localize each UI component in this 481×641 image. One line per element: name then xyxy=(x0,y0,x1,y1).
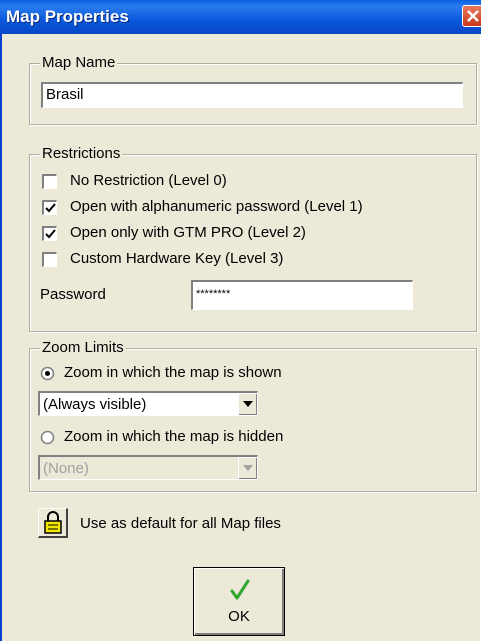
password-label: Password xyxy=(40,286,106,303)
zoom-shown-value: (Always visible) xyxy=(43,396,147,413)
ok-label: OK xyxy=(228,608,250,625)
chevron-down-icon xyxy=(243,401,253,407)
title-bar[interactable]: Map Properties xyxy=(0,0,481,34)
no-restriction-checkbox[interactable] xyxy=(42,174,57,189)
zoom-shown-radio[interactable] xyxy=(40,366,55,381)
dropdown-arrow-button[interactable] xyxy=(238,393,257,415)
window-title: Map Properties xyxy=(6,7,129,26)
close-icon xyxy=(467,10,479,22)
zoom-hidden-label: Zoom in which the map is hidden xyxy=(64,428,284,445)
use-as-default-label: Use as default for all Map files xyxy=(80,515,281,532)
map-name-input[interactable]: Brasil xyxy=(41,82,463,108)
password-level1-checkbox[interactable] xyxy=(42,200,57,215)
password-input[interactable]: ******** xyxy=(191,280,413,310)
gtm-pro-level2-label: Open only with GTM PRO (Level 2) xyxy=(70,224,306,241)
restrictions-legend: Restrictions xyxy=(40,145,123,163)
no-restriction-label: No Restriction (Level 0) xyxy=(70,172,227,189)
zoom-limits-legend: Zoom Limits xyxy=(40,339,126,357)
use-as-default-button[interactable] xyxy=(38,508,68,538)
map-name-group: Map Name Brasil xyxy=(29,54,477,125)
chevron-down-icon xyxy=(243,465,253,471)
hardware-key-level3-checkbox[interactable] xyxy=(42,252,57,267)
password-level1-label: Open with alphanumeric password (Level 1… xyxy=(70,198,363,215)
checkmark-icon xyxy=(45,203,56,213)
lock-icon xyxy=(44,511,62,534)
hardware-key-level3-label: Custom Hardware Key (Level 3) xyxy=(70,250,284,267)
window-border xyxy=(0,34,2,641)
close-button[interactable] xyxy=(462,5,481,27)
zoom-hidden-value: (None) xyxy=(43,460,89,477)
gtm-pro-level2-checkbox[interactable] xyxy=(42,226,57,241)
map-properties-dialog: Map Properties Map Name Brasil Restricti… xyxy=(0,0,481,641)
checkmark-icon xyxy=(45,229,56,239)
map-name-legend: Map Name xyxy=(40,54,118,72)
checkmark-icon xyxy=(230,579,250,600)
zoom-shown-select[interactable]: (Always visible) xyxy=(38,391,258,416)
zoom-shown-label: Zoom in which the map is shown xyxy=(64,364,282,381)
dropdown-arrow-button[interactable] xyxy=(238,457,257,479)
zoom-hidden-radio[interactable] xyxy=(40,430,55,445)
zoom-hidden-select[interactable]: (None) xyxy=(38,455,258,480)
ok-button[interactable]: OK xyxy=(193,567,285,636)
